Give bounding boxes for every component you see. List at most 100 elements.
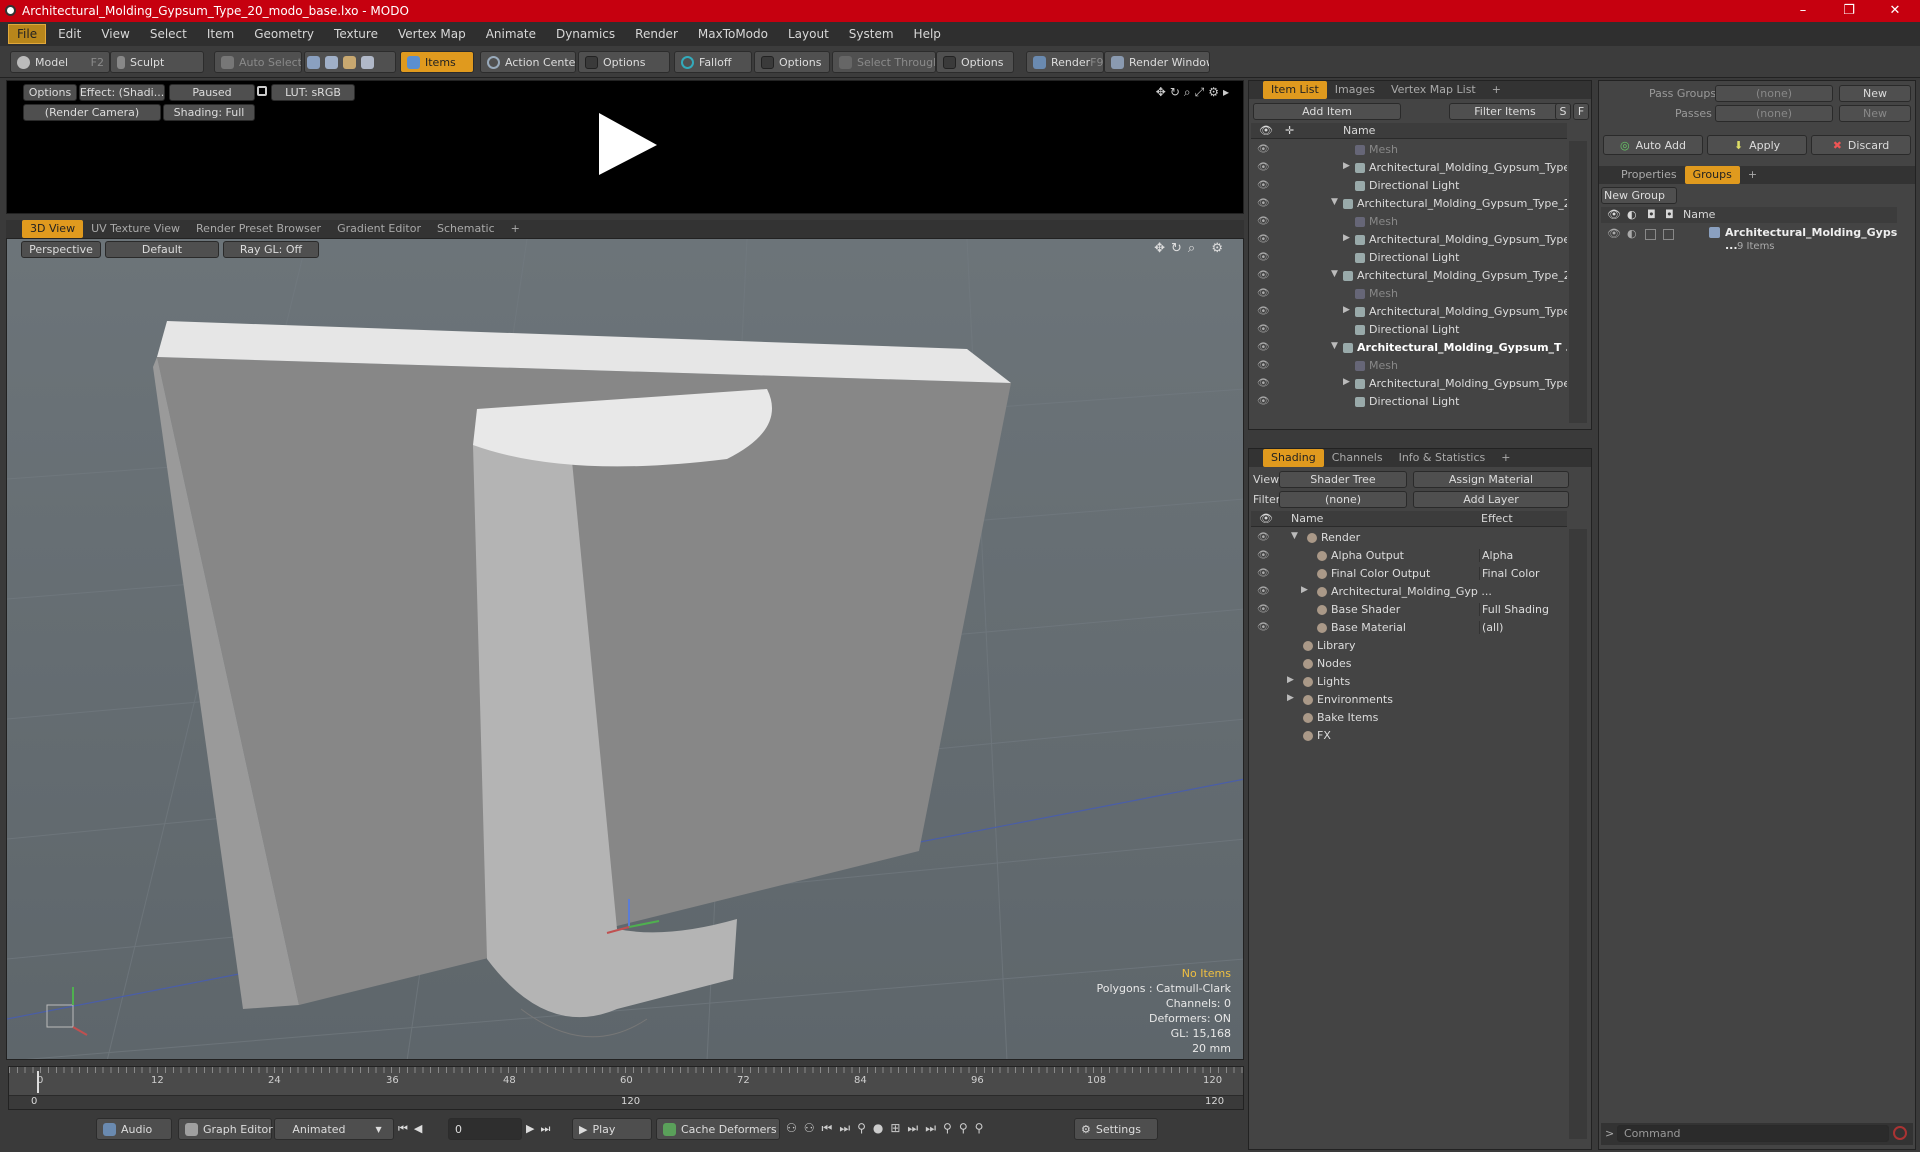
tab-add[interactable]: + bbox=[1484, 81, 1509, 99]
item-row[interactable]: 👁 Mesh bbox=[1251, 141, 1567, 159]
shader-row[interactable]: 👁 ▶ Architectural_Molding_Gyp ... bbox=[1251, 583, 1567, 601]
tab-gradient-editor[interactable]: Gradient Editor bbox=[329, 220, 429, 238]
skip-back-icons[interactable]: ⏮◀ bbox=[398, 1122, 428, 1136]
tab-add[interactable]: + bbox=[1740, 166, 1765, 184]
action-center-options[interactable]: Options bbox=[578, 51, 670, 73]
add-layer-dropdown[interactable]: Add Layer bbox=[1413, 491, 1569, 508]
tab-groups[interactable]: Groups bbox=[1684, 166, 1740, 184]
maximize-button[interactable]: ❐ bbox=[1826, 0, 1872, 22]
eye-icon[interactable]: 👁 bbox=[1257, 568, 1270, 580]
shader-row[interactable]: Nodes bbox=[1251, 655, 1567, 673]
tab-schematic[interactable]: Schematic bbox=[429, 220, 503, 238]
select-through-button[interactable]: Select Through bbox=[832, 51, 936, 73]
shader-row[interactable]: 👁Alpha OutputAlpha▼ bbox=[1251, 547, 1567, 565]
tab-images[interactable]: Images bbox=[1327, 81, 1383, 99]
3d-viewport[interactable]: Perspective Default Ray GL: Off ✥↻⌕ ⚙ No… bbox=[6, 238, 1244, 1060]
expand-icon[interactable]: ▼ bbox=[1291, 531, 1298, 541]
eye-icon[interactable]: 👁 bbox=[1257, 270, 1270, 282]
shading-style-dropdown[interactable]: Default bbox=[105, 241, 219, 258]
play-icon[interactable] bbox=[591, 109, 661, 179]
menu-vertex-map[interactable]: Vertex Map bbox=[390, 25, 474, 43]
eye-icon[interactable]: 👁 bbox=[1257, 622, 1270, 634]
eye-icon[interactable]: 👁 bbox=[1257, 586, 1270, 598]
preview-options[interactable]: Options bbox=[23, 84, 77, 101]
new-group-button[interactable]: New Group bbox=[1601, 187, 1677, 204]
menu-help[interactable]: Help bbox=[906, 25, 949, 43]
tab-vertex-map-list[interactable]: Vertex Map List bbox=[1383, 81, 1484, 99]
new-pass-button[interactable]: New bbox=[1839, 105, 1911, 122]
select-through-options[interactable]: Options bbox=[936, 51, 1014, 73]
polygon-mode-icon[interactable] bbox=[343, 55, 356, 69]
falloff-options[interactable]: Options bbox=[754, 51, 830, 73]
expand-icon[interactable]: ▶ bbox=[1287, 675, 1294, 685]
layer-effect[interactable]: Full Shading bbox=[1479, 603, 1567, 616]
tab-render-preset-browser[interactable]: Render Preset Browser bbox=[188, 220, 329, 238]
item-row[interactable]: 👁 ▶ Architectural_Molding_Gypsum_Type_ ... bbox=[1251, 159, 1567, 177]
eye-icon[interactable]: 👁 bbox=[1257, 180, 1270, 192]
menu-maxtomodo[interactable]: MaxToModo bbox=[690, 25, 776, 43]
menu-render[interactable]: Render bbox=[627, 25, 686, 43]
eye-icon[interactable]: 👁 bbox=[1257, 288, 1270, 300]
graph-editor-button[interactable]: Graph Editor bbox=[178, 1118, 273, 1140]
shader-row[interactable]: 👁Final Color OutputFinal Color▼ bbox=[1251, 565, 1567, 583]
falloff-button[interactable]: Falloff bbox=[674, 51, 752, 73]
play-button[interactable]: ▶ Play bbox=[572, 1118, 652, 1140]
auto-add-button[interactable]: ◎ Auto Add bbox=[1603, 135, 1703, 155]
shader-row[interactable]: 👁Base ShaderFull Shading▼ bbox=[1251, 601, 1567, 619]
expand-icon[interactable]: ▼ bbox=[1331, 197, 1338, 207]
item-row[interactable]: 👁 Mesh bbox=[1251, 357, 1567, 375]
eye-icon[interactable]: 👁 bbox=[1257, 604, 1270, 616]
eye-icon[interactable]: 👁 bbox=[1257, 532, 1270, 544]
shader-row[interactable]: FX bbox=[1251, 727, 1567, 745]
filter-f-button[interactable]: F bbox=[1573, 103, 1589, 120]
eye-icon[interactable]: 👁 bbox=[1257, 306, 1270, 318]
eye-icon[interactable]: 👁 bbox=[1257, 198, 1270, 210]
menu-layout[interactable]: Layout bbox=[780, 25, 837, 43]
expand-icon[interactable]: ▶ bbox=[1301, 585, 1308, 595]
material-mode-icon[interactable] bbox=[361, 55, 374, 69]
filter-dropdown[interactable]: (none) bbox=[1279, 491, 1407, 508]
menu-edit[interactable]: Edit bbox=[50, 25, 89, 43]
eye-icon[interactable]: 👁 bbox=[1257, 234, 1270, 246]
minimize-button[interactable]: – bbox=[1780, 0, 1826, 22]
tab-3d-view[interactable]: 3D View bbox=[22, 220, 84, 238]
menu-view[interactable]: View bbox=[93, 25, 137, 43]
eye-icon[interactable]: 👁 bbox=[1257, 216, 1270, 228]
view-dropdown[interactable]: Shader Tree bbox=[1279, 471, 1407, 488]
skip-forward-icons[interactable]: ▶⏭ bbox=[526, 1122, 556, 1136]
tab-shading[interactable]: Shading bbox=[1263, 449, 1324, 467]
eye-icon[interactable]: 👁 bbox=[1257, 252, 1270, 264]
shader-row[interactable]: 👁Base Material(all)▼ bbox=[1251, 619, 1567, 637]
menu-geometry[interactable]: Geometry bbox=[246, 25, 322, 43]
item-row[interactable]: 👁 Directional Light bbox=[1251, 393, 1567, 411]
item-row[interactable]: 👁 ▼ Architectural_Molding_Gypsum_Type_22 .… bbox=[1251, 195, 1567, 213]
menu-system[interactable]: System bbox=[841, 25, 902, 43]
auto-select-button[interactable]: Auto Select bbox=[214, 51, 302, 73]
layer-effect[interactable]: Alpha bbox=[1479, 549, 1567, 562]
item-row[interactable]: 👁 Directional Light bbox=[1251, 249, 1567, 267]
preview-nav-icons[interactable]: ✥↻⌕⤢⚙▸ bbox=[1156, 85, 1233, 100]
expand-icon[interactable]: ▶ bbox=[1343, 161, 1350, 171]
expand-icon[interactable]: ▼ bbox=[1331, 269, 1338, 279]
viewport-nav-icons[interactable]: ✥↻⌕ ⚙ bbox=[1154, 241, 1229, 256]
tab-item-list[interactable]: Item List bbox=[1263, 81, 1327, 99]
expand-icon[interactable]: ▶ bbox=[1343, 233, 1350, 243]
item-row[interactable]: 👁 ▶ Architectural_Molding_Gypsum_Type_ ... bbox=[1251, 303, 1567, 321]
edge-mode-icon[interactable] bbox=[325, 55, 338, 69]
sculpt-button[interactable]: Sculpt bbox=[110, 51, 204, 73]
render-button[interactable]: Render F9 bbox=[1026, 51, 1104, 73]
item-row[interactable]: 👁 Mesh bbox=[1251, 285, 1567, 303]
settings-button[interactable]: ⚙ Settings bbox=[1074, 1118, 1158, 1140]
frame-field[interactable]: 0 bbox=[448, 1118, 522, 1140]
shading-dropdown[interactable]: Shading: Full bbox=[163, 104, 255, 121]
eye-icon[interactable]: 👁 bbox=[1257, 342, 1270, 354]
apply-button[interactable]: ⬇ Apply bbox=[1707, 135, 1807, 155]
discard-button[interactable]: ✖ Discard bbox=[1811, 135, 1911, 155]
vertex-mode-icon[interactable] bbox=[307, 55, 320, 69]
item-row[interactable]: 👁 ▶ Architectural_Molding_Gypsum_Type_ ... bbox=[1251, 375, 1567, 393]
item-row[interactable]: 👁 Mesh bbox=[1251, 213, 1567, 231]
item-row[interactable]: 👁 ▼ Architectural_Molding_Gypsum_Type_21 .… bbox=[1251, 267, 1567, 285]
raygl-dropdown[interactable]: Ray GL: Off bbox=[223, 241, 319, 258]
eye-icon[interactable]: 👁 bbox=[1257, 550, 1270, 562]
shader-row[interactable]: ▶ Environments bbox=[1251, 691, 1567, 709]
